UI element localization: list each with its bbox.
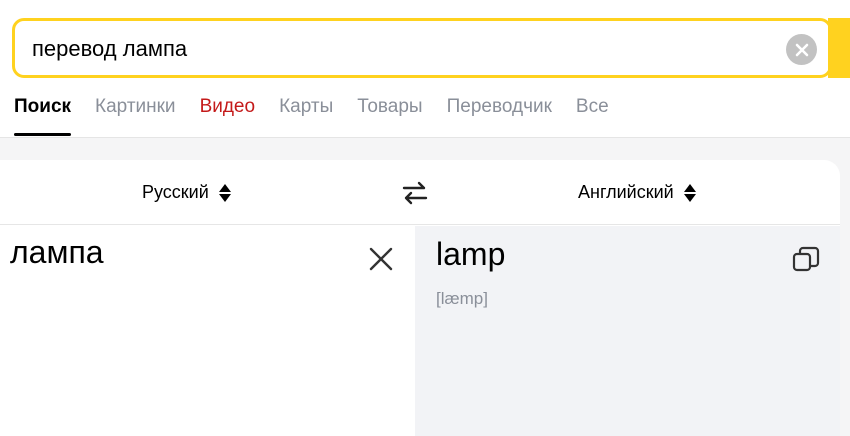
clear-source-button[interactable] (368, 246, 394, 272)
tab-video[interactable]: Видео (200, 95, 256, 125)
translation-text: lamp (436, 236, 506, 272)
transcription: [læmp] (436, 289, 488, 308)
tab-search[interactable]: Поиск (14, 95, 72, 136)
target-language-label: Английский (578, 182, 674, 202)
translator-card: Русский Английский лампа lamp [læmp] (0, 160, 840, 436)
tab-translator[interactable]: Переводчик (447, 95, 552, 125)
search-tabs: Поиск Картинки Видео Карты Товары Перево… (14, 95, 633, 136)
tab-maps[interactable]: Карты (279, 95, 333, 125)
close-icon (369, 247, 393, 271)
clear-search-button[interactable] (786, 34, 817, 65)
copy-icon (792, 246, 820, 272)
source-language-select[interactable]: Русский (142, 182, 231, 203)
close-circle-icon (795, 43, 808, 56)
target-language-select[interactable]: Английский (578, 182, 696, 203)
source-text-pane[interactable]: лампа (0, 226, 415, 436)
copy-translation-button[interactable] (792, 246, 820, 274)
search-input[interactable] (32, 35, 772, 63)
source-text[interactable]: лампа (10, 234, 104, 271)
tab-products[interactable]: Товары (357, 95, 422, 125)
tab-images[interactable]: Картинки (95, 95, 176, 125)
translation-pane: lamp [læmp] (415, 226, 840, 436)
search-box[interactable] (12, 18, 832, 78)
sort-arrows-icon (683, 183, 696, 202)
sort-arrows-icon (218, 183, 231, 202)
swap-arrows-icon (402, 181, 428, 205)
source-language-label: Русский (142, 182, 209, 202)
language-bar: Русский Английский (0, 160, 840, 225)
search-header: Поиск Картинки Видео Карты Товары Перево… (0, 0, 850, 138)
search-submit-button[interactable] (828, 18, 850, 78)
swap-languages-button[interactable] (400, 180, 430, 206)
tab-all[interactable]: Все (576, 95, 609, 125)
